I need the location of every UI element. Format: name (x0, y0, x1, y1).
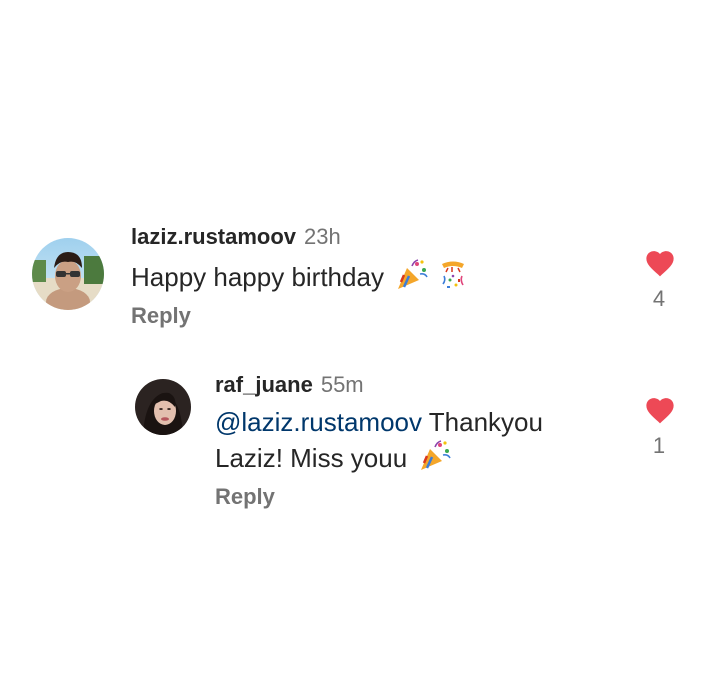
like-button[interactable] (640, 394, 680, 429)
reply-button[interactable]: Reply (131, 303, 191, 329)
like-count: 4 (652, 286, 666, 311)
comment-text: Happy happy birthday (131, 258, 470, 300)
comment-timestamp: 55m (320, 372, 364, 397)
confetti-ball-icon (436, 258, 470, 300)
username-text[interactable]: laziz.rustamoov (131, 224, 296, 249)
comment-body-line1: Thankyou (428, 407, 543, 437)
heart-icon[interactable] (643, 247, 677, 277)
comment-username[interactable]: raf_juane 55m (215, 372, 364, 398)
like-count: 1 (652, 433, 666, 458)
reply-button[interactable]: Reply (215, 484, 275, 510)
comment-username[interactable]: laziz.rustamoov 23h (131, 224, 341, 250)
avatar-laziz[interactable] (32, 238, 104, 310)
comment-text: @laziz.rustamoov Thankyou Laziz! Miss yo… (215, 405, 615, 481)
mention-link[interactable]: @laziz.rustamoov (215, 407, 422, 437)
like-button[interactable] (640, 247, 680, 282)
party-popper-icon (395, 258, 429, 300)
comment-timestamp: 23h (304, 224, 341, 249)
comment-body-line2: Laziz! Miss youu (215, 442, 408, 473)
party-popper-icon (418, 439, 452, 481)
heart-icon[interactable] (643, 394, 677, 424)
username-text[interactable]: raf_juane (215, 372, 313, 397)
comment-body: Happy happy birthday (131, 261, 384, 292)
avatar-raf[interactable] (135, 379, 191, 435)
